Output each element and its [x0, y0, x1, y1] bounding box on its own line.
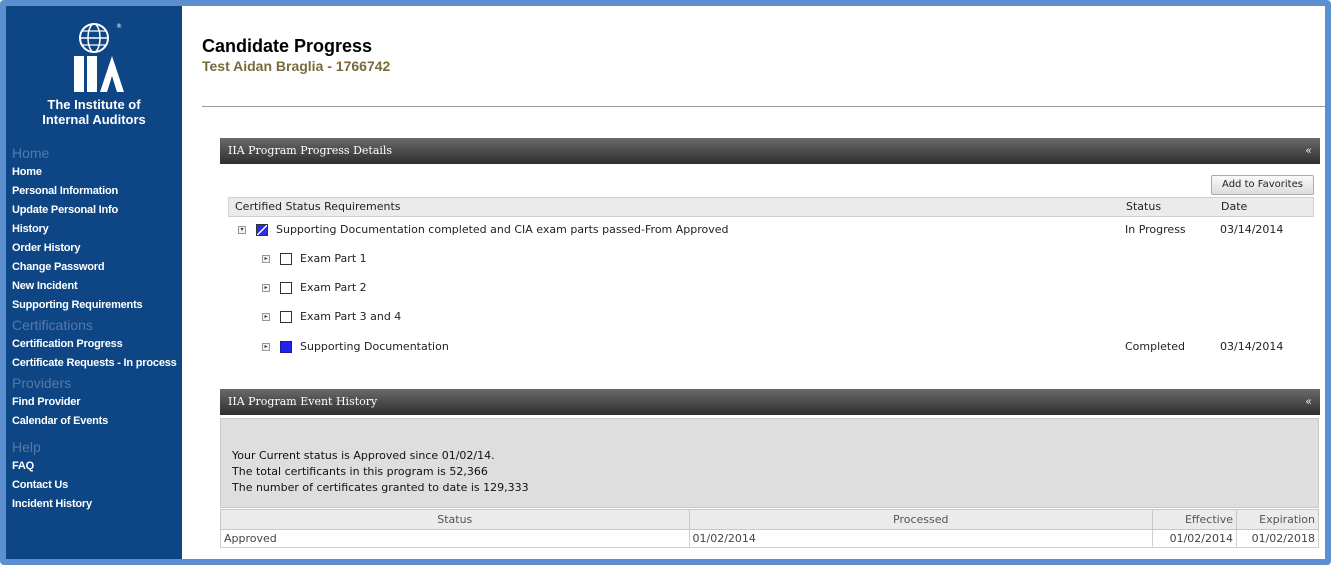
app-frame: ® The Institute of Internal Auditors Hom…: [0, 0, 1331, 565]
add-to-favorites-button[interactable]: Add to Favorites: [1211, 175, 1314, 195]
column-expiration[interactable]: Expiration: [1235, 509, 1320, 530]
column-status: Status: [1126, 200, 1162, 213]
progress-panel-title: IIA Program Progress Details: [228, 144, 393, 157]
sidebar-item-supporting-requirements[interactable]: Supporting Requirements: [6, 296, 182, 315]
event-summary: Your Current status is Approved since 01…: [232, 448, 529, 496]
sidebar-item-history[interactable]: History: [6, 220, 182, 239]
nav-section-certifications: Certifications: [12, 317, 93, 333]
sidebar-item-certificate-requests[interactable]: Certificate Requests - In process: [6, 354, 182, 373]
nav-section-help: Help: [12, 439, 41, 455]
requirements-header: Certified Status Requirements Status Dat…: [228, 197, 1314, 217]
sidebar-item-order-history[interactable]: Order History: [6, 239, 182, 258]
tree-row-root: ▾ Supporting Documentation completed and…: [228, 220, 1314, 240]
column-status[interactable]: Status: [220, 509, 690, 530]
sidebar-nav: Home Home Personal Information Update Pe…: [6, 143, 182, 514]
column-requirements: Certified Status Requirements: [235, 200, 401, 213]
globe-logo-icon: ®: [74, 23, 124, 92]
event-effective-cell: 01/02/2014: [1152, 529, 1237, 548]
total-certificants-text: The total certificants in this program i…: [232, 465, 488, 478]
nav-section-providers: Providers: [12, 375, 72, 391]
event-history-table: Status Processed Effective Expiration Ap…: [220, 509, 1320, 548]
event-processed-cell: 01/02/2014: [688, 529, 1154, 548]
sidebar-item-update-personal-info[interactable]: Update Personal Info: [6, 201, 182, 220]
certificates-granted-text: The number of certificates granted to da…: [232, 481, 529, 494]
requirement-label: Supporting Documentation: [300, 340, 449, 353]
sidebar-item-change-password[interactable]: Change Password: [6, 258, 182, 277]
requirement-date: 03/14/2014: [1220, 340, 1284, 353]
requirement-label: Exam Part 3 and 4: [300, 310, 402, 323]
tree-row-exam-part-3-4: ▸ Exam Part 3 and 4: [228, 307, 1314, 327]
tree-row-exam-part-2: ▸ Exam Part 2: [228, 278, 1314, 298]
column-effective[interactable]: Effective: [1152, 509, 1237, 530]
sidebar-item-calendar-of-events[interactable]: Calendar of Events: [6, 412, 182, 431]
collapse-toggle-icon[interactable]: ▾: [238, 226, 246, 234]
empty-checkbox-icon: [280, 282, 292, 294]
collapse-icon[interactable]: «: [1305, 138, 1312, 164]
nav-section-home: Home: [12, 145, 50, 161]
sidebar-item-faq[interactable]: FAQ: [6, 457, 182, 476]
empty-checkbox-icon: [280, 311, 292, 323]
progress-panel-header[interactable]: IIA Program Progress Details «: [220, 138, 1320, 164]
requirement-label: Exam Part 2: [300, 281, 367, 294]
sidebar-item-contact-us[interactable]: Contact Us: [6, 476, 182, 495]
logo-text-line1: The Institute of: [47, 97, 141, 112]
table-header-row: Status Processed Effective Expiration: [220, 509, 1320, 530]
expand-toggle-icon[interactable]: ▸: [262, 255, 270, 263]
event-panel-title: IIA Program Event History: [228, 395, 378, 408]
header-divider: [202, 106, 1325, 107]
sidebar: ® The Institute of Internal Auditors Hom…: [6, 6, 182, 559]
tree-row-exam-part-1: ▸ Exam Part 1: [228, 249, 1314, 269]
column-processed[interactable]: Processed: [688, 509, 1154, 530]
tree-row-supporting-documentation: ▸ Supporting Documentation Completed 03/…: [228, 337, 1314, 357]
event-panel-header[interactable]: IIA Program Event History «: [220, 389, 1320, 415]
logo-text-line2: Internal Auditors: [42, 112, 146, 127]
page-title: Candidate Progress: [202, 36, 373, 56]
requirement-status: Completed: [1125, 340, 1185, 353]
event-status-cell: Approved: [220, 529, 690, 548]
column-date: Date: [1221, 200, 1248, 213]
sidebar-item-home[interactable]: Home: [6, 163, 182, 182]
filled-checkbox-icon: [280, 341, 292, 353]
expand-toggle-icon[interactable]: ▸: [262, 343, 270, 351]
requirement-label: Supporting Documentation completed and C…: [276, 223, 729, 236]
iia-logo[interactable]: ® The Institute of Internal Auditors: [6, 16, 182, 126]
requirement-status: In Progress: [1125, 223, 1186, 236]
candidate-name: Test Aidan Braglia - 1766742: [202, 58, 391, 74]
sidebar-item-new-incident[interactable]: New Incident: [6, 277, 182, 296]
svg-text:®: ®: [116, 23, 122, 30]
collapse-icon[interactable]: «: [1305, 389, 1312, 415]
sidebar-item-find-provider[interactable]: Find Provider: [6, 393, 182, 412]
requirement-label: Exam Part 1: [300, 252, 367, 265]
current-status-text: Your Current status is Approved since 01…: [232, 449, 495, 462]
sidebar-item-personal-information[interactable]: Personal Information: [6, 182, 182, 201]
sidebar-item-certification-progress[interactable]: Certification Progress: [6, 335, 182, 354]
requirement-date: 03/14/2014: [1220, 223, 1284, 236]
expand-toggle-icon[interactable]: ▸: [262, 284, 270, 292]
event-expiration-cell: 01/02/2018: [1235, 529, 1320, 548]
partial-checkbox-icon: [256, 224, 268, 236]
sidebar-item-incident-history[interactable]: Incident History: [6, 495, 182, 514]
expand-toggle-icon[interactable]: ▸: [262, 313, 270, 321]
table-row: Approved 01/02/2014 01/02/2014 01/02/201…: [220, 529, 1320, 548]
empty-checkbox-icon: [280, 253, 292, 265]
